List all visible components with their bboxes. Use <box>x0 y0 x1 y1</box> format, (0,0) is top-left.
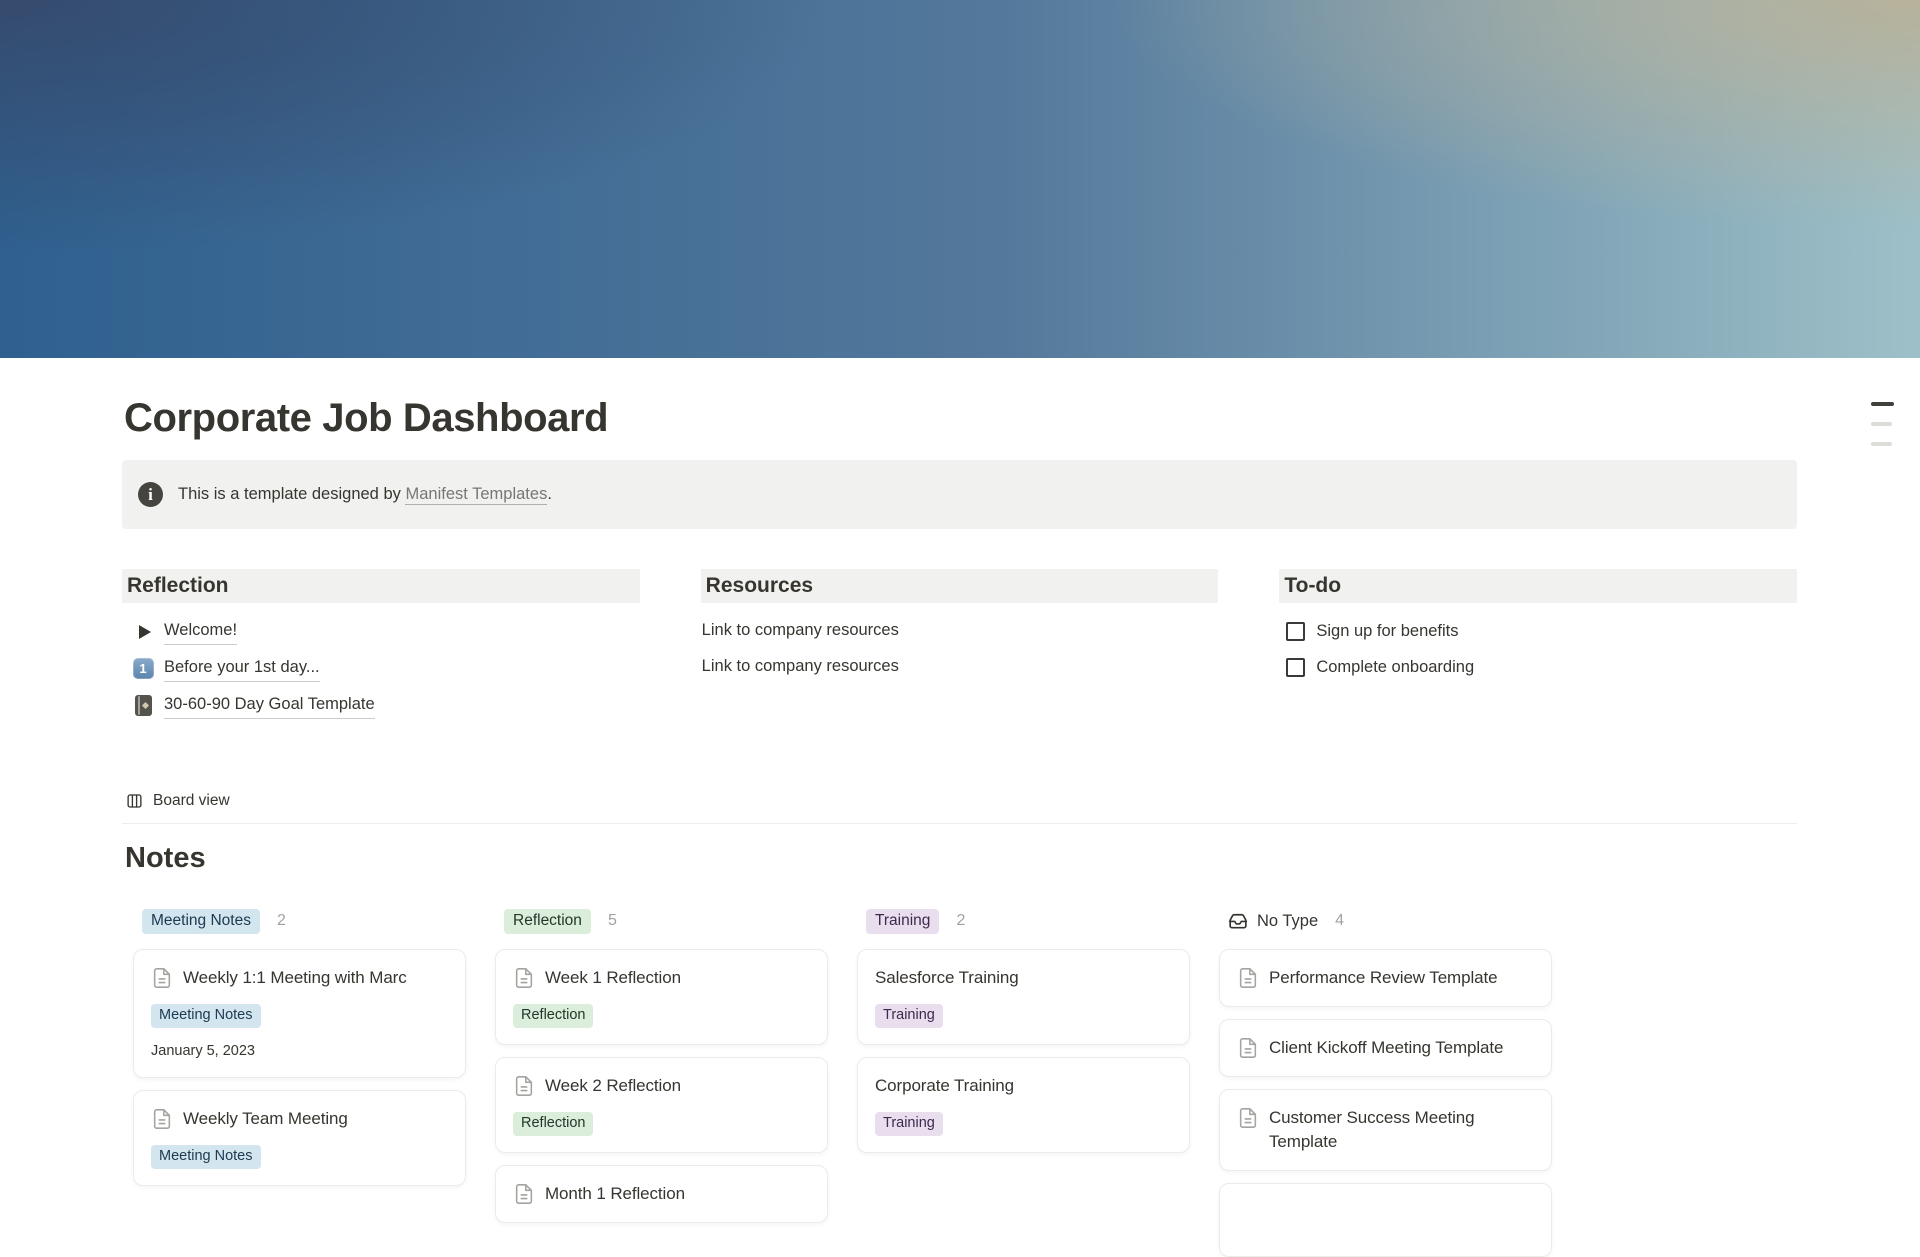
page-icon <box>513 967 535 989</box>
card-title: Week 1 Reflection <box>545 966 681 990</box>
group-count: 5 <box>608 912 617 930</box>
page-link-label: 30-60-90 Day Goal Template <box>164 692 375 719</box>
toggle-triangle-icon[interactable] <box>139 625 151 639</box>
database-title[interactable]: Notes <box>125 841 1797 875</box>
cover-image <box>0 0 1920 358</box>
group-count: 4 <box>1335 912 1344 930</box>
card-tag: Meeting Notes <box>151 1004 261 1028</box>
info-icon: i <box>138 482 163 507</box>
inbox-icon <box>1228 911 1248 931</box>
card-tag: Meeting Notes <box>151 1145 261 1169</box>
group-label: No Type <box>1257 912 1318 931</box>
card-tag: Training <box>875 1112 943 1136</box>
table-of-contents-indicator[interactable] <box>1871 402 1894 446</box>
card-tag: Training <box>875 1004 943 1028</box>
board-card-week-2-reflection[interactable]: Week 2 Reflection Reflection <box>495 1057 828 1153</box>
board-group-no-type: No Type 4 Performance Review Template Clien… <box>1219 908 1552 1257</box>
card-title: Client Kickoff Meeting Template <box>1269 1036 1503 1060</box>
card-tag: Reflection <box>513 1112 593 1136</box>
board-group-header: Reflection 5 <box>495 908 828 934</box>
board-view-label: Board view <box>153 791 230 811</box>
card-title: Corporate Training <box>875 1074 1014 1098</box>
tab-board-view[interactable]: Board view <box>122 791 1797 824</box>
group-tag-pill[interactable]: Meeting Notes <box>142 909 260 934</box>
board-group-training: Training2Salesforce TrainingTrainingCorp… <box>857 908 1190 1257</box>
card-title: Weekly Team Meeting <box>183 1107 348 1131</box>
card-title: Week 2 Reflection <box>545 1074 681 1098</box>
board-card-client-kickoff-meeting-template[interactable]: Client Kickoff Meeting Template <box>1219 1019 1552 1077</box>
card-title: Performance Review Template <box>1269 966 1497 990</box>
checkbox[interactable] <box>1286 658 1305 677</box>
group-tag-pill[interactable]: Training <box>866 909 939 934</box>
todo-item-complete-onboarding[interactable]: Complete onboarding <box>1279 649 1797 685</box>
page-link-before-your-1st-day[interactable]: 1 Before your 1st day... <box>122 650 640 687</box>
board-view-icon <box>125 792 144 810</box>
template-callout: i This is a template designed by Manifes… <box>122 460 1797 529</box>
callout-text-after: . <box>547 485 552 503</box>
board-card-weekly-1-1-meeting-with-marc[interactable]: Weekly 1:1 Meeting with Marc Meeting Note… <box>133 949 466 1078</box>
manifest-templates-link[interactable]: Manifest Templates <box>405 485 547 505</box>
page-icon <box>1237 967 1259 989</box>
page-title[interactable]: Corporate Job Dashboard <box>124 394 1797 442</box>
column-to-do: To-do Sign up for benefits Complete onboar… <box>1279 569 1797 724</box>
group-count: 2 <box>277 912 286 930</box>
page-link-30-60-90-day-goal-template[interactable]: 30-60-90 Day Goal Template <box>122 687 640 724</box>
board-group-header: Meeting Notes 2 <box>133 908 466 934</box>
board-card-corporate-training[interactable]: Corporate Training Training <box>857 1057 1190 1153</box>
page-icon <box>513 1075 535 1097</box>
board-group-reflection: Reflection5Week 1 ReflectionReflectionWe… <box>495 908 828 1257</box>
card-title: Month 1 Reflection <box>545 1182 685 1206</box>
callout-text-before: This is a template designed by <box>178 485 405 503</box>
todo-item-sign-up-for-benefits[interactable]: Sign up for benefits <box>1279 613 1797 649</box>
board-group-header: No Type 4 <box>1219 908 1552 934</box>
card-title: Salesforce Training <box>875 966 1019 990</box>
page-link-label: Before your 1st day... <box>164 655 320 682</box>
column-resources: Resources Link to company resourcesLink t… <box>701 569 1219 724</box>
toc-bar[interactable] <box>1871 402 1894 406</box>
kanban-board: Meeting Notes 2 Weekly 1:1 Meeting with Ma… <box>133 908 1797 1257</box>
page-content: Corporate Job Dashboard i This is a temp… <box>0 394 1920 1257</box>
todo-label: Sign up for benefits <box>1316 619 1458 643</box>
section-header-to-do: To-do <box>1279 569 1797 603</box>
group-count: 2 <box>956 912 965 930</box>
checkbox[interactable] <box>1286 622 1305 641</box>
board-group-meeting-notes: Meeting Notes 2 Weekly 1:1 Meeting with Ma… <box>133 908 466 1257</box>
page-icon <box>1237 1107 1259 1129</box>
group-tag-pill[interactable]: Reflection <box>504 909 591 934</box>
page-icon <box>151 967 173 989</box>
callout-text: This is a template designed by Manifest … <box>178 482 552 507</box>
one-keycap-icon: 1 <box>133 658 154 679</box>
card-title: Weekly 1:1 Meeting with Marc <box>183 966 407 990</box>
todo-label: Complete onboarding <box>1316 655 1474 679</box>
card-date: January 5, 2023 <box>151 1041 448 1061</box>
board-group-header: Training 2 <box>857 908 1190 934</box>
column-reflection: Reflection Welcome! 1 Before your 1st day..… <box>122 569 640 724</box>
board-card-customer-success-meeting-template[interactable]: Customer Success Meeting Template <box>1219 1089 1552 1171</box>
board-card-week-1-reflection[interactable]: Week 1 Reflection Reflection <box>495 949 828 1045</box>
toc-bar[interactable] <box>1871 442 1892 446</box>
board-card-month-1-reflection[interactable]: Month 1 Reflection <box>495 1165 828 1223</box>
page-icon <box>151 1108 173 1130</box>
board-card-weekly-team-meeting[interactable]: Weekly Team Meeting Meeting Notes <box>133 1090 466 1186</box>
section-header-reflection: Reflection <box>122 569 640 603</box>
section-header-resources: Resources <box>701 569 1219 603</box>
page-link-label: Welcome! <box>164 618 237 645</box>
page-link-welcome[interactable]: Welcome! <box>122 613 640 650</box>
card-tag: Reflection <box>513 1004 593 1028</box>
board-card-salesforce-training[interactable]: Salesforce Training Training <box>857 949 1190 1045</box>
text-line: Link to company resources <box>701 649 1219 685</box>
card-title: Customer Success Meeting Template <box>1269 1106 1534 1154</box>
page-icon <box>513 1183 535 1205</box>
board-card[interactable] <box>1219 1183 1552 1257</box>
notebook-icon <box>135 695 152 716</box>
link-columns: Reflection Welcome! 1 Before your 1st day..… <box>122 569 1797 724</box>
text-line: Link to company resources <box>701 613 1219 649</box>
page-icon <box>1237 1037 1259 1059</box>
board-card-performance-review-template[interactable]: Performance Review Template <box>1219 949 1552 1007</box>
toc-bar[interactable] <box>1871 422 1892 426</box>
